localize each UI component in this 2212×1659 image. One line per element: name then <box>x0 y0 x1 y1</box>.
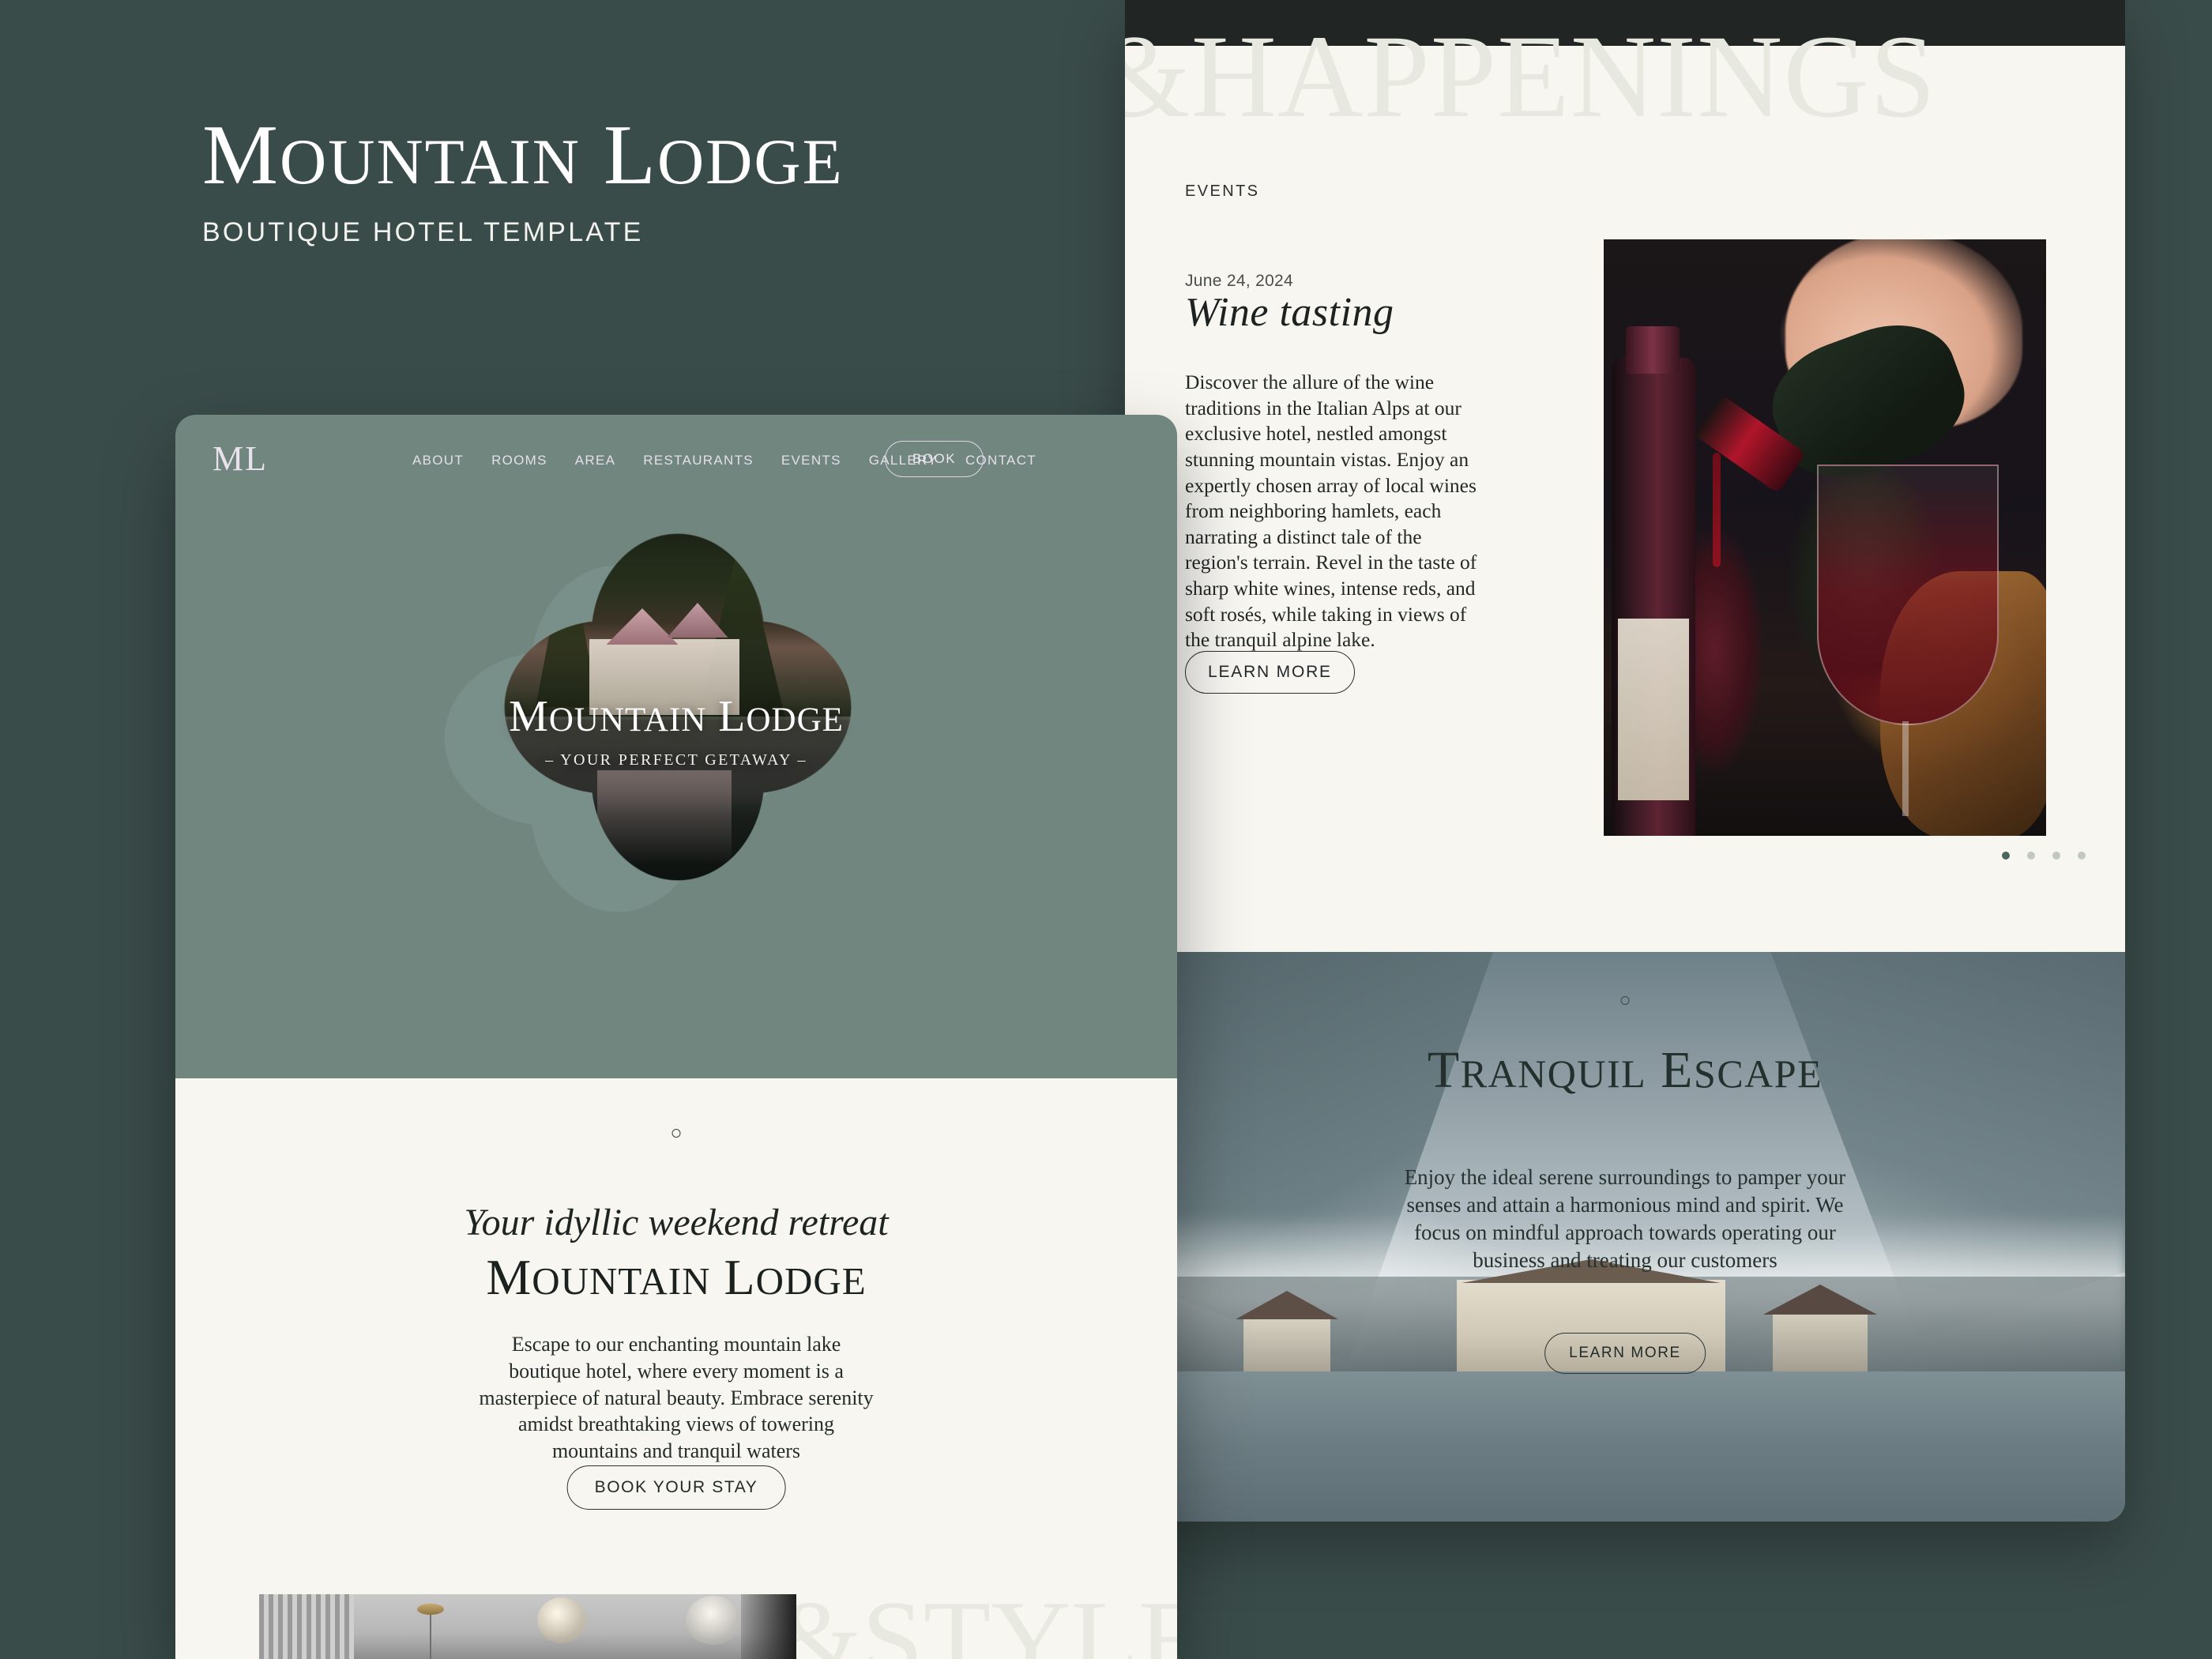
site-logo[interactable]: ML <box>213 438 268 479</box>
tranquil-title: TRANQUIL ESCAPE <box>1427 1041 1823 1099</box>
wine-pour-stream <box>1713 453 1721 567</box>
nav-item-area[interactable]: AREA <box>575 453 616 468</box>
carousel-dot-2[interactable] <box>2027 852 2035 860</box>
happenings-watermark: &HAPPENINGS <box>1125 11 1937 142</box>
event-image-wine-pouring <box>1604 239 2046 836</box>
carousel-dots[interactable] <box>2002 852 2086 860</box>
interior-curtain <box>259 1594 354 1659</box>
tranquil-content: TRANQUIL ESCAPE Enjoy the ideal serene s… <box>1125 952 2125 1522</box>
left-site-hero: ML ABOUT ROOMS AREA RESTAURANTS EVENTS G… <box>175 415 1177 1078</box>
left-site-intro-section: &STYLE Your idyllic weekend retreat MOUN… <box>175 1078 1177 1659</box>
poster-title: MOUNTAIN LODGE <box>202 108 844 202</box>
wine-bottle-label <box>1618 619 1689 800</box>
tranquil-paragraph: Enjoy the ideal serene surroundings to p… <box>1404 1165 1846 1273</box>
poster-subtitle: BOUTIQUE HOTEL TEMPLATE <box>202 217 644 248</box>
intro-paragraph: Escape to our enchanting mountain lake b… <box>479 1333 874 1463</box>
wine-glass <box>1817 465 1999 725</box>
poster-heading-block: MOUNTAIN LODGE BOUTIQUE HOTEL TEMPLATE <box>202 111 844 248</box>
carousel-dot-3[interactable] <box>2052 852 2060 860</box>
wine-bottle-standing <box>1612 326 1695 836</box>
tranquil-learn-more-button[interactable]: LEARN MORE <box>1544 1333 1706 1374</box>
pendant-lamp-1 <box>537 1597 586 1643</box>
poster-canvas: MOUNTAIN LODGE BOUTIQUE HOTEL TEMPLATE &… <box>0 0 2212 1659</box>
nav-item-rooms[interactable]: ROOMS <box>491 453 547 468</box>
ceiling-fixture-1 <box>417 1604 444 1615</box>
intro-heading: MOUNTAIN LODGE <box>486 1249 867 1305</box>
hotel-reflection <box>597 770 732 865</box>
hero-text-block: MOUNTAIN LODGE – YOUR PERFECT GETAWAY – <box>175 691 1177 769</box>
hero-title: MOUNTAIN LODGE <box>509 692 844 741</box>
event-date: June 24, 2024 <box>1185 272 1294 290</box>
circle-ornament-icon <box>1620 996 1630 1005</box>
interior-shadow <box>741 1594 796 1659</box>
nav-item-events[interactable]: EVENTS <box>781 453 841 468</box>
event-title: Wine tasting <box>1185 290 1394 335</box>
event-learn-more-button[interactable]: LEARN MORE <box>1185 651 1355 694</box>
events-section-label: EVENTS <box>1185 182 1260 200</box>
carousel-dot-4[interactable] <box>2078 852 2086 860</box>
right-site-body: &HAPPENINGS EVENTS June 24, 2024 Wine ta… <box>1125 17 2125 1522</box>
nav-item-restaurants[interactable]: RESTAURANTS <box>643 453 754 468</box>
interior-photo <box>259 1594 796 1659</box>
book-your-stay-button[interactable]: BOOK YOUR STAY <box>566 1465 786 1510</box>
fixture-stem-1 <box>430 1615 431 1659</box>
wine-glass-stem <box>1902 721 1909 816</box>
pendant-lamp-2 <box>686 1596 741 1645</box>
carousel-dot-1[interactable] <box>2002 852 2010 860</box>
intro-script-line: Your idyllic weekend retreat <box>464 1202 889 1243</box>
right-site-panel: &HAPPENINGS EVENTS June 24, 2024 Wine ta… <box>1125 0 2125 1522</box>
tranquil-escape-section: TRANQUIL ESCAPE Enjoy the ideal serene s… <box>1125 952 2125 1522</box>
event-description: Discover the allure of the wine traditio… <box>1185 371 1477 652</box>
left-site-panel: ML ABOUT ROOMS AREA RESTAURANTS EVENTS G… <box>175 415 1177 1659</box>
book-button[interactable]: BOOK <box>885 441 984 477</box>
nav-item-about[interactable]: ABOUT <box>412 453 464 468</box>
style-watermark: &STYLE <box>776 1578 1177 1659</box>
circle-ornament-icon <box>672 1129 681 1138</box>
hero-tagline: – YOUR PERFECT GETAWAY – <box>545 751 807 769</box>
